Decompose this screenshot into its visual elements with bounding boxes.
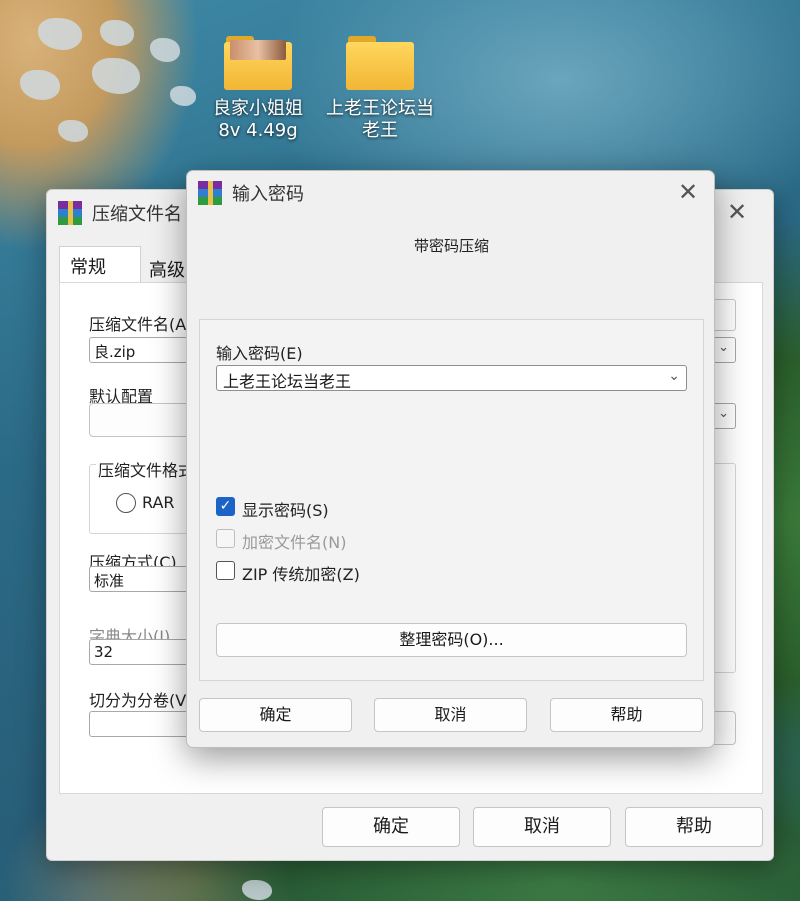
wallpaper-rock [38, 18, 82, 50]
zip-legacy-encryption-label: ZIP 传统加密(Z) [242, 565, 360, 584]
chevron-down-icon[interactable]: ⌄ [668, 368, 680, 384]
format-rar-label: RAR [142, 493, 175, 512]
split-volumes-input[interactable] [89, 711, 199, 737]
compression-method-select[interactable]: 标准 [89, 566, 199, 592]
folder-icon [346, 36, 414, 90]
desktop-folder-2[interactable]: 上老王论坛当 老王 [315, 36, 445, 142]
zip-legacy-encryption-checkbox[interactable] [216, 561, 235, 580]
show-password-label: 显示密码(S) [242, 501, 329, 520]
password-combobox[interactable]: 上老王论坛当老王 ⌄ [216, 365, 687, 391]
wallpaper-rock [150, 38, 180, 62]
close-icon[interactable]: ✕ [727, 200, 747, 224]
wallpaper-rock [242, 880, 272, 900]
help-button[interactable]: 帮助 [625, 807, 763, 847]
show-password-checkbox[interactable]: ✓ [216, 497, 235, 516]
organize-passwords-button[interactable]: 整理密码(O)... [216, 623, 687, 657]
archive-name-label: 压缩文件名(A [89, 315, 187, 334]
encrypt-filenames-label: 加密文件名(N) [242, 533, 347, 552]
window-title: 压缩文件名 [92, 204, 182, 225]
password-value: 上老王论坛当老王 [223, 372, 352, 391]
winrar-app-icon [198, 181, 222, 205]
folder-icon [224, 36, 292, 90]
password-panel: 输入密码(E) 上老王论坛当老王 ⌄ ✓ 显示密码(S) 加密文件名(N) ZI… [199, 319, 704, 681]
password-label: 输入密码(E) [216, 344, 303, 363]
dialog-subtitle: 带密码压缩 [413, 237, 489, 255]
desktop-folder-1[interactable]: 良家小姐姐 8v 4.49g [193, 36, 323, 142]
enter-password-dialog: 输入密码 ✕ 带密码压缩 输入密码(E) 上老王论坛当老王 ⌄ ✓ 显示密码(S… [186, 170, 715, 748]
split-volumes-label: 切分为分卷(V [89, 691, 187, 710]
wallpaper-rock [100, 20, 134, 46]
dialog-help-button[interactable]: 帮助 [550, 698, 703, 732]
desktop-folder-1-label: 良家小姐姐 [213, 98, 303, 119]
archive-name-input[interactable]: 良.zip [89, 337, 199, 363]
dialog-cancel-button[interactable]: 取消 [374, 698, 527, 732]
chevron-down-icon: ⌄ [718, 406, 729, 421]
winrar-app-icon [58, 201, 82, 225]
close-icon[interactable]: ✕ [678, 180, 698, 204]
dictionary-size-select[interactable]: 32 [89, 639, 199, 665]
dialog-ok-button[interactable]: 确定 [199, 698, 352, 732]
archive-format-label: 压缩文件格式 [96, 457, 197, 481]
ok-button[interactable]: 确定 [322, 807, 460, 847]
wallpaper-rock [58, 120, 88, 142]
desktop-folder-2-sublabel: 老王 [362, 120, 398, 141]
desktop-folder-2-label: 上老王论坛当 [326, 98, 434, 119]
chevron-down-icon: ⌄ [718, 340, 729, 355]
wallpaper-rock [20, 70, 60, 100]
wallpaper-rock [92, 58, 140, 94]
dialog-title: 输入密码 [232, 184, 304, 205]
format-rar-radio[interactable] [116, 493, 136, 513]
cancel-button[interactable]: 取消 [473, 807, 611, 847]
encrypt-filenames-checkbox[interactable] [216, 529, 235, 548]
desktop-folder-1-sublabel: 8v 4.49g [218, 120, 298, 141]
tab-general[interactable]: 常规 [59, 246, 141, 282]
